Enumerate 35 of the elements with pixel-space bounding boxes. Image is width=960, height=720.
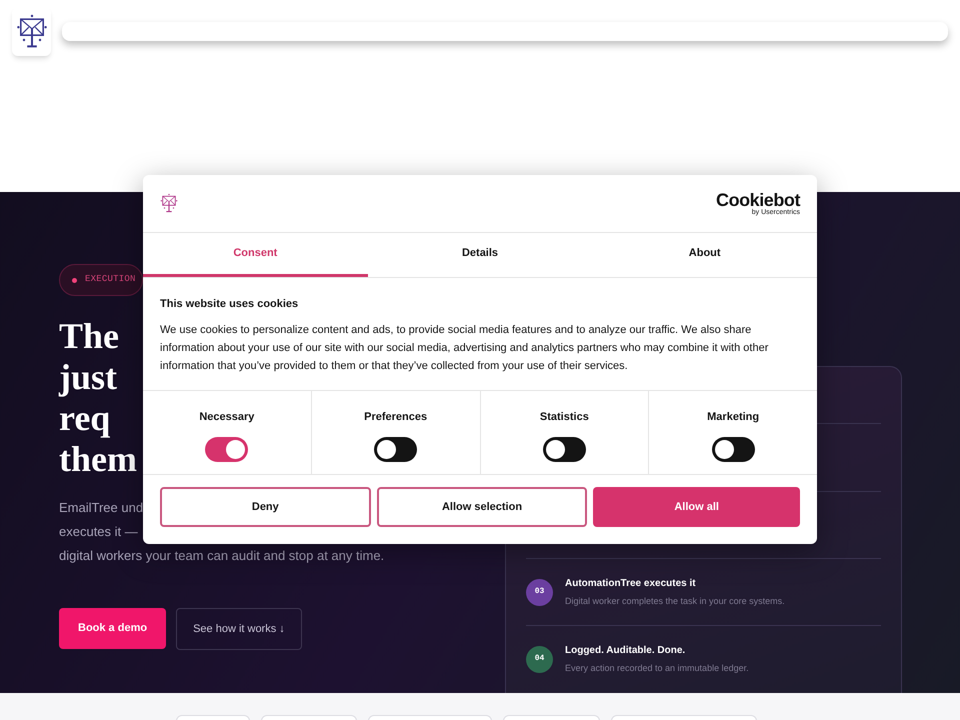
consent-button[interactable]: Allow all — [593, 487, 800, 527]
consent-button[interactable]: Allow selection — [376, 487, 588, 527]
heading-text: just — [59, 357, 118, 398]
dialog-tab[interactable]: About — [592, 233, 818, 277]
step-title: AutomationTree executes it — [565, 576, 697, 591]
tree-logo-icon — [160, 193, 178, 214]
dialog-tab[interactable]: Consent — [143, 233, 368, 277]
category-label: Statistics — [540, 410, 589, 425]
toggle-switch[interactable] — [542, 436, 586, 462]
step-text: Digital worker completes the task in your core systems. — [565, 594, 785, 608]
toggle-switch[interactable] — [374, 436, 418, 462]
category-label: Marketing — [707, 410, 760, 425]
dialog-text: We use cookies to personalize content and ads, to provide social media features and to analyze our traffic. We also share information about your use of our site with our social media, advertising and analytics partners who may combine it with other information that you’ve provided to them or that they’ve collected from your use of their services. — [160, 322, 770, 374]
hero-paragraph: executes it — — [59, 523, 138, 541]
logo-card[interactable] — [12, 7, 51, 56]
toggle-switch[interactable] — [712, 436, 755, 462]
toggle-switch[interactable] — [205, 436, 248, 462]
heading-text: them — [59, 439, 137, 480]
step-number: 04 — [526, 646, 553, 672]
consent-button[interactable]: Deny — [160, 487, 371, 527]
badge-text: EXECUTION — [85, 273, 136, 286]
book-demo-button[interactable]: Book a demo — [59, 608, 166, 649]
category-label: Preferences — [364, 410, 428, 425]
step-title: Logged. Auditable. Done. — [565, 644, 686, 658]
see-how-button[interactable]: See how it works ↓ — [176, 608, 302, 650]
step-number: 03 — [526, 578, 553, 606]
heading-text: req — [59, 398, 110, 439]
category-label: Necessary — [199, 410, 254, 425]
tree-logo-icon — [16, 12, 48, 50]
dialog-title: This website uses cookies — [160, 297, 300, 312]
dialog-tab[interactable]: Details — [368, 233, 592, 277]
hero-paragraph: EmailTree und — [59, 499, 144, 517]
hero-paragraph: digital workers your team can audit and stop at any time. — [59, 547, 384, 565]
step-text: Every action recorded to an immutable ledger. — [565, 662, 749, 675]
heading-text: The — [59, 316, 120, 357]
